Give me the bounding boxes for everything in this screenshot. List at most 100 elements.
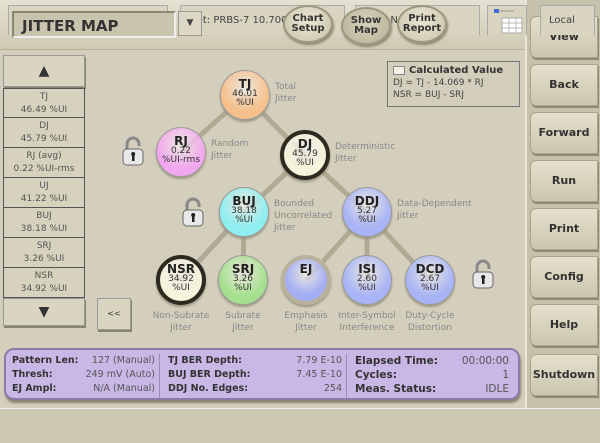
shutdown-button[interactable]: Shutdown bbox=[530, 354, 598, 396]
status-col-1: Pattern Len: 127 (Manual) Thresh: 249 mV (A… bbox=[12, 354, 160, 398]
item-name: TJ bbox=[39, 92, 49, 102]
formula-nsr: NSR = BUJ - SRJ bbox=[393, 90, 464, 100]
node-unit: %UI bbox=[236, 98, 254, 108]
item-value: 38.18 %UI bbox=[20, 224, 68, 234]
status-row: EJ Ampl: N/A (Manual) bbox=[12, 382, 155, 396]
status-label: Meas. Status: bbox=[355, 383, 437, 395]
node-rj[interactable]: RJ 0.22 %UI-rms bbox=[156, 127, 206, 177]
node-isi[interactable]: ISI 2.60 %UI bbox=[342, 255, 392, 305]
item-value: 46.49 %UI bbox=[20, 105, 68, 115]
status-value: N/A (Manual) bbox=[93, 383, 155, 394]
control-mode: Local bbox=[540, 5, 595, 35]
status-label: BUJ BER Depth: bbox=[168, 369, 251, 380]
status-col-2: TJ BER Depth: 7.79 E-10 BUJ BER Depth: 7.45… bbox=[164, 354, 347, 398]
node-dcd[interactable]: DCD 2.67 %UI bbox=[405, 255, 455, 305]
status-row: Thresh: 249 mV (Auto) bbox=[12, 368, 155, 382]
node-dj[interactable]: DJ 45.79 %UI bbox=[280, 130, 330, 180]
node-abbr: ISI bbox=[358, 262, 376, 276]
list-item-2[interactable]: RJ (avg) 0.22 %UI-rms bbox=[3, 148, 85, 178]
item-name: SRJ bbox=[36, 241, 52, 251]
status-row: Meas. Status: IDLE bbox=[355, 382, 509, 396]
view-selector[interactable]: JITTER MAP bbox=[12, 11, 176, 38]
formula-dj: DJ = TJ - 14.069 * RJ bbox=[393, 78, 484, 88]
legend: Calculated Value DJ = TJ - 14.069 * RJ N… bbox=[387, 61, 520, 107]
show-map-button[interactable]: Show Map bbox=[341, 7, 391, 45]
nav-panel bbox=[525, 0, 600, 408]
node-desc-ddj: Data-Dependent Jitter bbox=[397, 199, 472, 221]
status-bar bbox=[0, 408, 600, 443]
node-srj[interactable]: SRJ 3.26 %UI bbox=[218, 255, 268, 305]
list-item-5[interactable]: SRJ 3.26 %UI bbox=[3, 238, 85, 268]
list-item-1[interactable]: DJ 45.79 %UI bbox=[3, 118, 85, 148]
item-name: UJ bbox=[39, 181, 49, 191]
unlock-icon[interactable] bbox=[472, 259, 494, 289]
status-value: 00:00:00 bbox=[461, 355, 509, 367]
item-value: 41.22 %UI bbox=[20, 194, 68, 204]
help-button[interactable]: Help bbox=[530, 304, 598, 346]
node-unit: %UI bbox=[172, 283, 190, 293]
status-label: Elapsed Time: bbox=[355, 355, 438, 367]
node-abbr: NSR bbox=[167, 262, 195, 276]
print-report-button[interactable]: Print Report bbox=[397, 5, 447, 43]
status-row: DDJ No. Edges: 254 bbox=[168, 382, 342, 396]
node-abbr: SRJ bbox=[231, 262, 255, 276]
node-desc-buj: Bounded Uncorrelated Jitter bbox=[274, 199, 333, 233]
status-label: Pattern Len: bbox=[12, 355, 79, 366]
print-button[interactable]: Print bbox=[530, 208, 598, 250]
status-row: Cycles: 1 bbox=[355, 368, 509, 382]
item-value: 34.92 %UI bbox=[20, 284, 68, 294]
item-value: 45.79 %UI bbox=[20, 134, 68, 144]
node-abbr: TJ bbox=[238, 77, 252, 91]
item-name: NSR bbox=[34, 271, 54, 281]
status-row: Pattern Len: 127 (Manual) bbox=[12, 354, 155, 368]
back-button[interactable]: Back bbox=[530, 64, 598, 106]
item-name: RJ (avg) bbox=[26, 151, 62, 161]
label: Map bbox=[354, 25, 378, 36]
list-item-3[interactable]: UJ 41.22 %UI bbox=[3, 178, 85, 208]
chart-setup-button[interactable]: Chart Setup bbox=[283, 5, 333, 43]
status-label: EJ Ampl: bbox=[12, 383, 57, 394]
node-abbr: DDJ bbox=[354, 194, 380, 208]
config-button[interactable]: Config bbox=[530, 256, 598, 298]
calculated-swatch bbox=[393, 65, 405, 75]
list-item-6[interactable]: NSR 34.92 %UI bbox=[3, 268, 85, 298]
scroll-up-button[interactable]: ▲ bbox=[3, 55, 85, 87]
status-value: 7.79 E-10 bbox=[296, 355, 342, 366]
status-label: TJ BER Depth: bbox=[168, 355, 242, 366]
node-tj[interactable]: TJ 46.01 %UI bbox=[220, 70, 270, 120]
legend-title: Calculated Value bbox=[409, 65, 504, 76]
table-view-icon[interactable] bbox=[487, 5, 527, 35]
forward-button[interactable]: Forward bbox=[530, 112, 598, 154]
node-desc-dcd: Duty-Cycle Distortion bbox=[405, 311, 455, 333]
status-col-3: Elapsed Time: 00:00:00 Cycles: 1 Meas. Statu… bbox=[351, 354, 509, 398]
unlock-icon[interactable] bbox=[122, 136, 144, 166]
node-abbr: DJ bbox=[297, 137, 313, 151]
dropdown-arrow-icon[interactable]: ▼ bbox=[178, 11, 202, 36]
status-value: 7.45 E-10 bbox=[296, 369, 342, 380]
status-value: 1 bbox=[502, 369, 509, 381]
collapse-button[interactable]: << bbox=[97, 298, 131, 330]
node-ej[interactable]: EJ bbox=[281, 255, 331, 305]
unlock-icon[interactable] bbox=[182, 197, 204, 227]
scroll-down-button[interactable]: ▼ bbox=[3, 298, 85, 326]
status-value: 249 mV (Auto) bbox=[85, 369, 155, 380]
status-label: Thresh: bbox=[12, 369, 53, 380]
status-value: IDLE bbox=[485, 383, 509, 395]
node-abbr: DCD bbox=[415, 262, 445, 276]
list-item-4[interactable]: BUJ 38.18 %UI bbox=[3, 208, 85, 238]
node-unit: %UI bbox=[296, 158, 314, 168]
node-unit: %UI bbox=[234, 283, 252, 293]
node-unit: %UI-rms bbox=[161, 155, 201, 165]
list-item-0[interactable]: TJ 46.49 %UI bbox=[3, 88, 85, 118]
item-name: DJ bbox=[39, 121, 49, 131]
node-desc-tj: Total Jitter bbox=[275, 82, 297, 104]
node-ddj[interactable]: DDJ 5.27 %UI bbox=[342, 187, 392, 237]
node-buj[interactable]: BUJ 38.18 %UI bbox=[219, 187, 269, 237]
node-nsr[interactable]: NSR 34.92 %UI bbox=[156, 255, 206, 305]
status-panel: Pattern Len: 127 (Manual) Thresh: 249 mV (A… bbox=[4, 348, 520, 400]
status-value: 254 bbox=[323, 383, 342, 394]
status-row: BUJ BER Depth: 7.45 E-10 bbox=[168, 368, 342, 382]
node-abbr: BUJ bbox=[232, 194, 256, 208]
run-button[interactable]: Run bbox=[530, 160, 598, 202]
node-unit: %UI bbox=[358, 215, 376, 225]
